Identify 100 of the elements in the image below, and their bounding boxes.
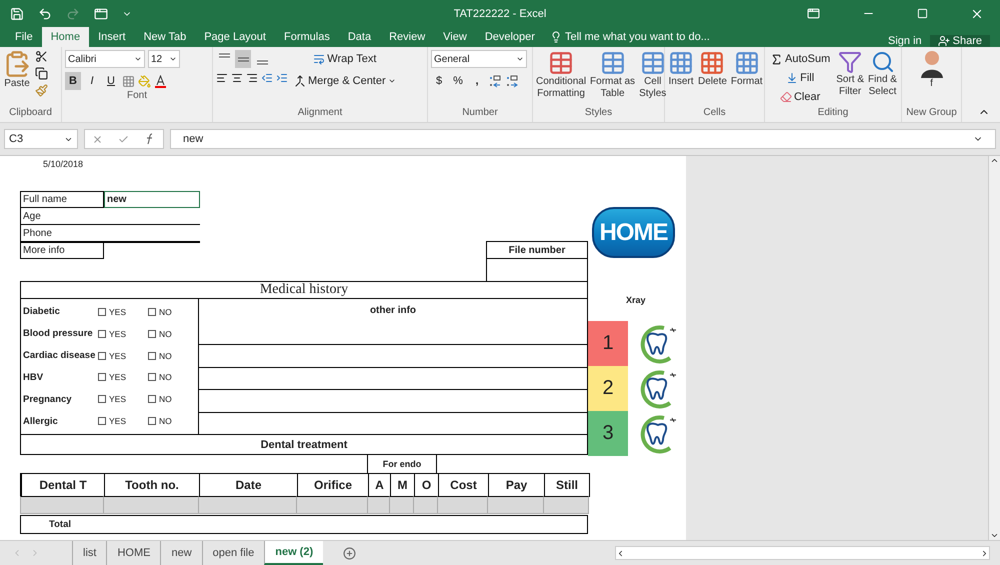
- checkbox[interactable]: [148, 308, 156, 316]
- checkbox[interactable]: [148, 395, 156, 404]
- cells-button[interactable]: Format: [730, 50, 763, 107]
- ribbon-tab[interactable]: Insert: [89, 27, 135, 47]
- checkbox[interactable]: [98, 395, 106, 404]
- sigma-icon: [770, 52, 783, 66]
- cancel-icon[interactable]: [92, 134, 104, 144]
- font-style-button[interactable]: B: [65, 72, 81, 90]
- decrease-decimal-icon[interactable]: [505, 74, 519, 88]
- merge-center-button[interactable]: Merge & Center: [292, 72, 398, 90]
- sort-filter-button[interactable]: Sort & Filter: [836, 50, 864, 107]
- table-cell[interactable]: [413, 496, 438, 514]
- name-box[interactable]: C3: [4, 129, 78, 149]
- table-cell[interactable]: [487, 496, 544, 514]
- checkbox[interactable]: [98, 352, 106, 360]
- condition-label: HBV: [22, 372, 44, 383]
- ribbon-tab[interactable]: Page Layout: [195, 27, 275, 47]
- fill-button[interactable]: Fill: [768, 69, 832, 87]
- table-cell[interactable]: [389, 496, 414, 514]
- font-name-field[interactable]: Calibri: [65, 50, 145, 68]
- ribbon-tab[interactable]: Home: [42, 27, 90, 47]
- font-color-icon[interactable]: [154, 74, 167, 88]
- autosum-button[interactable]: AutoSum: [768, 50, 832, 68]
- styles-button[interactable]: Format as Table: [590, 50, 636, 107]
- tell-me-field[interactable]: Tell me what you want to do...: [544, 27, 716, 47]
- percent-button[interactable]: %: [450, 72, 466, 90]
- table-cell[interactable]: [296, 496, 368, 514]
- vertical-scrollbar[interactable]: [988, 156, 1000, 540]
- option-label: NO: [159, 394, 172, 404]
- currency-button[interactable]: $: [431, 72, 447, 90]
- window-title: TAT222222 - Excel: [454, 8, 546, 20]
- font-style-button[interactable]: I: [84, 72, 100, 90]
- maximize-icon[interactable]: [917, 8, 928, 19]
- table-cell[interactable]: [437, 496, 488, 514]
- checkbox[interactable]: [148, 352, 156, 360]
- table-cell[interactable]: [198, 496, 297, 514]
- file-number-label: File number: [487, 242, 587, 259]
- comma-button[interactable]: ,: [469, 72, 485, 90]
- horizontal-scrollbar[interactable]: [615, 546, 990, 560]
- xray-cell[interactable]: 3: [588, 411, 628, 456]
- wrap-text-button[interactable]: Wrap Text: [292, 50, 398, 68]
- font-size-field[interactable]: 12: [148, 50, 180, 68]
- copy-icon[interactable]: [35, 67, 48, 80]
- table-cell[interactable]: [20, 496, 104, 514]
- xray-cell[interactable]: 2: [588, 366, 628, 411]
- decrease-indent-icon[interactable]: [261, 72, 273, 84]
- sheet-tab[interactable]: new (2): [264, 541, 324, 565]
- option-label: YES: [109, 306, 126, 317]
- cells-button[interactable]: Delete: [698, 50, 727, 107]
- align-left-icon[interactable]: [216, 72, 228, 84]
- add-sheet-icon[interactable]: [343, 546, 356, 560]
- checkbox[interactable]: [98, 373, 106, 382]
- align-right-icon[interactable]: [246, 72, 258, 84]
- styles-button[interactable]: Conditional Formatting: [536, 50, 586, 107]
- ribbon-tab[interactable]: Formulas: [274, 27, 339, 47]
- sheet-tab[interactable]: new: [160, 541, 202, 565]
- font-style-button[interactable]: U: [103, 72, 119, 90]
- styles-button[interactable]: Cell Styles: [639, 50, 666, 107]
- checkbox[interactable]: [98, 417, 106, 426]
- clear-button[interactable]: Clear: [768, 88, 832, 106]
- checkbox[interactable]: [98, 308, 106, 316]
- vertical-align-button[interactable]: [235, 50, 251, 68]
- align-center-icon[interactable]: [231, 72, 243, 84]
- table-cell[interactable]: [103, 496, 199, 514]
- undo-icon[interactable]: [38, 6, 52, 20]
- group-label: Font: [126, 90, 148, 103]
- format-painter-icon[interactable]: [35, 84, 48, 97]
- checkbox[interactable]: [148, 417, 156, 426]
- fill-color-icon[interactable]: [138, 74, 151, 88]
- sheet-tab[interactable]: HOME: [106, 541, 160, 565]
- ribbon-tab[interactable]: Review: [380, 27, 434, 47]
- paste-button[interactable]: Paste: [3, 50, 31, 107]
- cells-button[interactable]: Insert: [668, 50, 694, 107]
- field-cell[interactable]: new: [104, 191, 200, 208]
- checkbox[interactable]: [148, 330, 156, 338]
- enter-icon[interactable]: [118, 134, 129, 144]
- number-format-field[interactable]: General: [431, 50, 527, 68]
- ribbon-tab[interactable]: View: [434, 27, 476, 47]
- table-cell[interactable]: [543, 496, 589, 514]
- home-button[interactable]: HOME: [592, 207, 675, 258]
- cut-icon[interactable]: [35, 50, 48, 63]
- ribbon-tab[interactable]: File: [6, 27, 42, 47]
- find-select-button[interactable]: Find & Select: [868, 50, 897, 107]
- borders-icon[interactable]: [122, 74, 135, 88]
- share-button[interactable]: Share: [930, 35, 990, 47]
- ribbon-tab[interactable]: Developer: [476, 27, 544, 47]
- ribbon-tab[interactable]: New Tab: [134, 27, 196, 47]
- ribbon-tab[interactable]: Data: [338, 27, 380, 47]
- save-icon[interactable]: [10, 6, 24, 20]
- checkbox[interactable]: [148, 373, 156, 382]
- group-label: Styles: [584, 107, 614, 120]
- increase-indent-icon[interactable]: [276, 72, 288, 84]
- sign-in-link[interactable]: Sign in: [880, 35, 930, 47]
- macro-button[interactable]: f: [920, 50, 944, 107]
- xray-cell[interactable]: 1: [588, 321, 628, 366]
- formula-field[interactable]: new: [170, 129, 996, 149]
- sheet-tab[interactable]: list: [72, 541, 106, 565]
- increase-decimal-icon[interactable]: [488, 74, 502, 88]
- checkbox[interactable]: [98, 330, 106, 338]
- table-cell[interactable]: [367, 496, 390, 514]
